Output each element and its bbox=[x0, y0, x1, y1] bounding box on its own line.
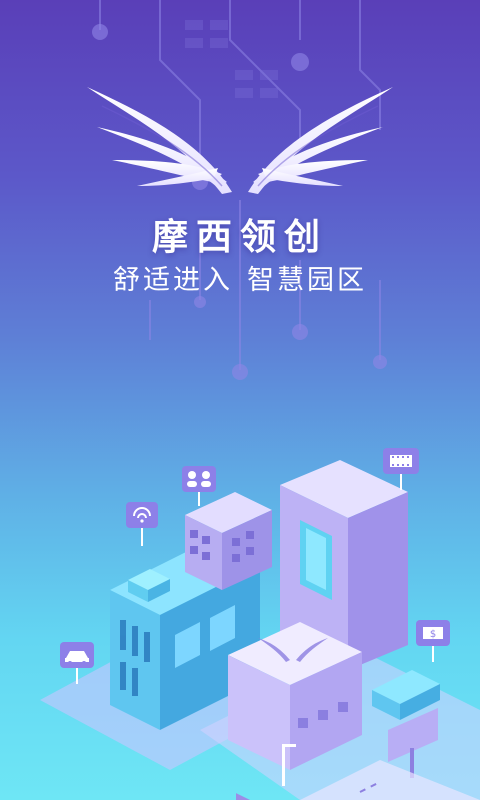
smart-park-illustration: $ bbox=[40, 448, 480, 800]
brand-title: 摩西领创 bbox=[151, 217, 328, 258]
slogan: 舒适进入 智慧园区 bbox=[0, 258, 480, 297]
wings-logo-icon bbox=[87, 87, 393, 194]
dollar-bill-icon: $ bbox=[416, 620, 450, 662]
people-group-icon bbox=[182, 466, 216, 506]
slogan-part-2: 智慧园区 bbox=[247, 265, 367, 296]
wifi-icon bbox=[126, 502, 158, 546]
splash-screen: 摩西领创 舒适进入 智慧园区 $ bbox=[0, 0, 480, 800]
dollar-symbol: $ bbox=[430, 629, 436, 640]
slogan-part-1: 舒适进入 bbox=[113, 265, 233, 296]
